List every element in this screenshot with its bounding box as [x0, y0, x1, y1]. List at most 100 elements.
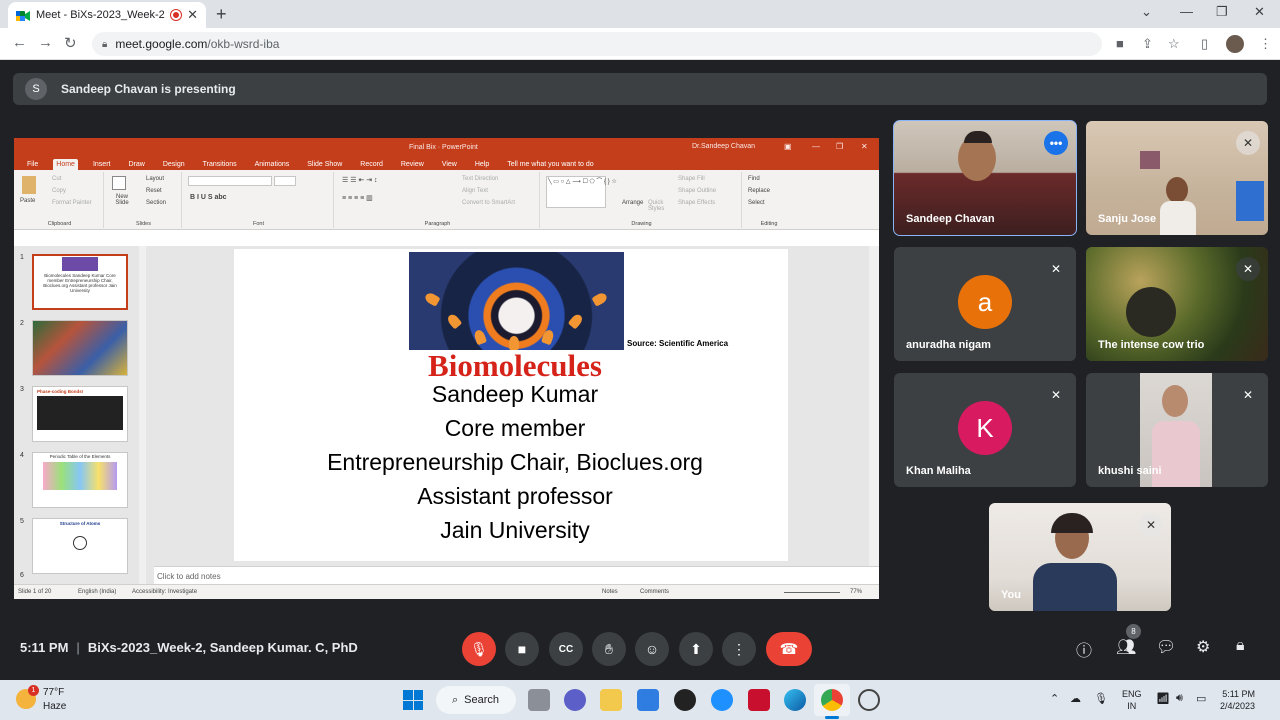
host-controls-icon[interactable]: 🔒︎ — [1236, 637, 1245, 655]
start-menu-icon[interactable] — [403, 690, 423, 710]
share-icon[interactable]: ⇪ — [1142, 36, 1153, 52]
ppt-group-paragraph: ☰ ☰ ⇤ ⇥ ↕ ≡ ≡ ≡ ≡ ▥ Text Direction Align… — [336, 172, 540, 228]
font-size-box — [274, 176, 296, 186]
app-icon[interactable] — [711, 689, 733, 711]
thumb-number: 3 — [20, 386, 24, 393]
muted-icon: ✕ — [1236, 131, 1260, 155]
store-icon[interactable] — [637, 689, 659, 711]
end-call-icon[interactable]: ☎︎ — [766, 632, 812, 666]
paste-label: Paste — [20, 198, 36, 204]
present-screen-icon[interactable]: ⬆ — [679, 632, 713, 666]
participant-avatar: K — [958, 401, 1012, 455]
browser-tab[interactable]: Meet - BiXs-2023_Week-2, S ✕ — [8, 2, 206, 28]
participant-tile[interactable]: ✕ Sanju Jose — [1086, 121, 1268, 235]
participant-tile[interactable]: a ✕ anuradha nigam — [894, 247, 1076, 361]
chrome-icon[interactable] — [821, 689, 843, 711]
lock-icon: 🔒︎ — [102, 38, 108, 50]
minimize-icon[interactable]: — — [1180, 4, 1193, 19]
participant-tile[interactable]: ••• Sandeep Chavan — [893, 120, 1077, 236]
wifi-icon[interactable]: 📶︎ — [1156, 692, 1170, 705]
muted-icon: ✕ — [1044, 257, 1068, 281]
input-language[interactable]: ENG IN — [1122, 688, 1142, 712]
system-clock[interactable]: 5:11 PM 2/4/2023 — [1220, 688, 1255, 712]
edge-icon[interactable] — [784, 689, 806, 711]
presenting-text: Sandeep Chavan is presenting — [61, 82, 236, 96]
browser-menu-icon[interactable]: ⋮ — [1259, 36, 1272, 52]
profile-avatar[interactable] — [1226, 35, 1244, 53]
search-label: Search — [464, 694, 500, 706]
clock-app-icon[interactable] — [858, 689, 880, 711]
ppt-ribbon: Paste Cut Copy Format Painter Clipboard … — [14, 170, 879, 230]
participant-tile[interactable]: ✕ The intense cow trio — [1086, 247, 1268, 361]
layout-label: Layout — [146, 176, 165, 182]
maximize-icon[interactable]: ❐ — [1216, 4, 1228, 20]
meet-favicon-icon — [16, 9, 30, 21]
thumbnails-scrollbar — [139, 246, 146, 584]
new-tab-icon[interactable]: + — [216, 4, 227, 25]
raise-hand-icon[interactable]: ✋︎ — [592, 632, 626, 666]
volume-icon[interactable]: 🔊︎ — [1176, 692, 1183, 705]
task-view-icon[interactable] — [528, 689, 550, 711]
close-tab-icon[interactable]: ✕ — [187, 7, 198, 23]
chat-app-icon[interactable] — [564, 689, 586, 711]
url-text: meet.google.com/okb-wsrd-iba — [115, 37, 280, 51]
side-panel-icon[interactable]: ▯ — [1201, 36, 1208, 52]
participant-tile[interactable]: ✕ khushi saini — [1086, 373, 1268, 487]
presenter-avatar: S — [25, 78, 47, 100]
app-icon[interactable] — [674, 689, 696, 711]
taskbar-search[interactable]: ⌕ Search — [436, 686, 516, 714]
slide-thumbnails-pane: 1 Biomolecules Sandeep Kumar Core member… — [14, 246, 154, 584]
shapes-gallery: ╲ ▭ ○ △ ⟶ ☐ ⬠ ⌒ { } ☆ — [546, 176, 617, 208]
back-icon[interactable]: ← — [12, 34, 27, 51]
file-explorer-icon[interactable] — [600, 689, 622, 711]
participant-tile[interactable]: K ✕ Khan Maliha — [894, 373, 1076, 487]
more-options-icon[interactable]: ⋮ — [722, 632, 756, 666]
paragraph-group-label: Paragraph — [424, 221, 451, 227]
microphone-tray-icon[interactable]: 🎙︎ — [1094, 692, 1108, 705]
more-options-icon[interactable]: ••• — [1044, 131, 1068, 155]
clipboard-group-label: Clipboard — [47, 221, 72, 227]
presenting-banner: S Sandeep Chavan is presenting — [13, 73, 1267, 105]
battery-icon[interactable]: ▭ — [1196, 692, 1206, 705]
ppt-title-bar: Final Bix · PowerPoint Dr.Sandeep Chavan… — [14, 138, 879, 156]
tab-search-icon[interactable]: ⌄ — [1141, 4, 1152, 20]
ppt-tab-draw: Draw — [128, 161, 145, 168]
reload-icon[interactable]: ↻ — [64, 34, 77, 52]
ppt-group-drawing: ╲ ▭ ○ △ ⟶ ☐ ⬠ ⌒ { } ☆ Arrange Quick Styl… — [542, 172, 742, 228]
ppt-tab-insert: Insert — [92, 161, 111, 168]
close-window-icon[interactable]: ✕ — [1254, 4, 1265, 20]
onedrive-icon[interactable]: ☁ — [1070, 692, 1081, 705]
shared-screen: Final Bix · PowerPoint Dr.Sandeep Chavan… — [14, 138, 879, 599]
chat-icon[interactable]: 💬︎ — [1156, 637, 1176, 657]
captions-icon[interactable]: CC — [549, 632, 583, 666]
self-view-tile[interactable]: ✕ You — [989, 503, 1171, 611]
ppt-tab-transitions: Transitions — [202, 161, 237, 168]
slide-line: Entrepreneurship Chair, Bioclues.org — [327, 449, 703, 475]
mcafee-icon[interactable] — [748, 689, 770, 711]
comments-toggle: Comments — [640, 589, 670, 595]
microphone-off-icon[interactable]: 🎙︎ — [462, 632, 496, 666]
editor-scrollbar — [869, 246, 879, 566]
url-omnibox[interactable]: 🔒︎ meet.google.com/okb-wsrd-iba — [92, 32, 1102, 56]
meeting-info-icon[interactable]: ⓘ — [1076, 637, 1092, 661]
slides-group-label: Slides — [136, 221, 151, 227]
list-icons: ☰ ☰ ⇤ ⇥ ↕ — [342, 177, 378, 184]
slide-line: Sandeep Kumar — [431, 381, 599, 407]
language-status: English (India) — [78, 589, 117, 595]
bookmark-star-icon[interactable]: ☆ — [1168, 36, 1180, 52]
forward-icon[interactable]: → — [38, 34, 53, 51]
people-icon[interactable]: 👥︎ — [1116, 637, 1136, 657]
participant-name: Sandeep Chavan — [906, 213, 995, 225]
show-hidden-icons[interactable]: ⌃ — [1050, 692, 1059, 705]
participant-name: The intense cow trio — [1098, 339, 1205, 351]
camera-in-use-icon[interactable]: ■ — [1116, 36, 1124, 51]
slide-thumbnail — [32, 320, 128, 376]
camera-toggle-icon[interactable]: ■ — [505, 632, 539, 666]
reset-label: Reset — [146, 188, 162, 194]
slide-heading: Biomolecules — [428, 348, 602, 383]
windows-taskbar: 1 77°F Haze ⌕ Search ⌃ ☁ 🎙︎ ENG IN 📶︎ 🔊︎… — [0, 680, 1280, 720]
meeting-time: 5:11 PM — [20, 640, 69, 655]
emoji-reaction-icon[interactable]: ☺ — [635, 632, 669, 666]
activities-icon[interactable]: ⚙︎ — [1196, 637, 1210, 657]
notes-pane: Click to add notes — [154, 566, 879, 584]
